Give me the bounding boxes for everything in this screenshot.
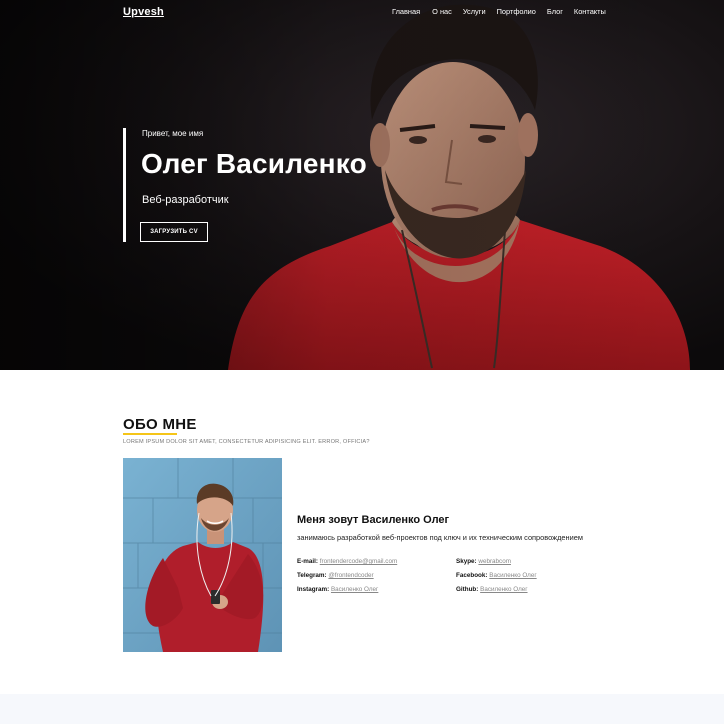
contact-github-link[interactable]: Василенко Олег <box>480 586 527 593</box>
nav-item-blog[interactable]: Блог <box>547 7 563 16</box>
contact-instagram: Instagram: Василенко Олег <box>297 586 378 593</box>
hero-greeting: Привет, мое имя <box>142 129 204 138</box>
contact-email-label: E-mail: <box>297 558 320 565</box>
about-greeting: Меня зовут Василенко Олег <box>297 514 450 526</box>
nav-item-home[interactable]: Главная <box>392 7 420 16</box>
about-subtitle: LOREM IPSUM DOLOR SIT AMET, CONSECTETUR … <box>123 439 370 445</box>
contact-skype-label: Skype: <box>456 558 479 565</box>
contact-skype: Skype: webrabcom <box>456 558 511 565</box>
download-cv-button[interactable]: ЗАГРУЗИТЬ CV <box>140 222 208 242</box>
contact-skype-link[interactable]: webrabcom <box>478 558 511 565</box>
nav-item-services[interactable]: Услуги <box>463 7 486 16</box>
nav-item-contacts[interactable]: Контакты <box>574 7 606 16</box>
hero-name: Олег Василенко <box>141 148 367 179</box>
hero-role: Веб-разработчик <box>142 194 229 206</box>
contact-github-label: Github: <box>456 586 481 593</box>
about-photo-image <box>123 458 282 652</box>
contact-telegram-label: Telegram: <box>297 572 329 579</box>
contact-instagram-label: Instagram: <box>297 586 331 593</box>
nav-menu: Главная О нас Услуги Портфолио Блог Конт… <box>392 7 617 16</box>
top-navigation: Upvesh Главная О нас Услуги Портфолио Бл… <box>0 0 724 26</box>
contact-facebook-label: Facebook: <box>456 572 490 579</box>
hero-intro-block: Привет, мое имя Олег Василенко Веб-разра… <box>123 128 367 242</box>
contact-telegram-link[interactable]: @frontendcoder <box>328 572 373 579</box>
about-description: занимаюсь разработкой веб-проектов под к… <box>297 533 583 542</box>
hero-section: Upvesh Главная О нас Услуги Портфолио Бл… <box>0 0 724 370</box>
contact-email-link[interactable]: frontendercode@gmail.com <box>320 558 397 565</box>
nav-item-about[interactable]: О нас <box>432 7 452 16</box>
contact-telegram: Telegram: @frontendcoder <box>297 572 374 579</box>
contact-email: E-mail: frontendercode@gmail.com <box>297 558 397 565</box>
nav-item-portfolio[interactable]: Портфолио <box>497 7 536 16</box>
hero-portrait-image <box>0 0 724 370</box>
contact-github: Github: Василенко Олег <box>456 586 528 593</box>
next-section-strip <box>0 694 724 724</box>
contact-instagram-link[interactable]: Василенко Олег <box>331 586 378 593</box>
contact-facebook: Facebook: Василенко Олег <box>456 572 537 579</box>
about-title-underline <box>123 433 177 435</box>
contact-facebook-link[interactable]: Василенко Олег <box>489 572 536 579</box>
site-logo[interactable]: Upvesh <box>123 6 164 18</box>
about-title: ОБО МНЕ <box>123 416 197 433</box>
